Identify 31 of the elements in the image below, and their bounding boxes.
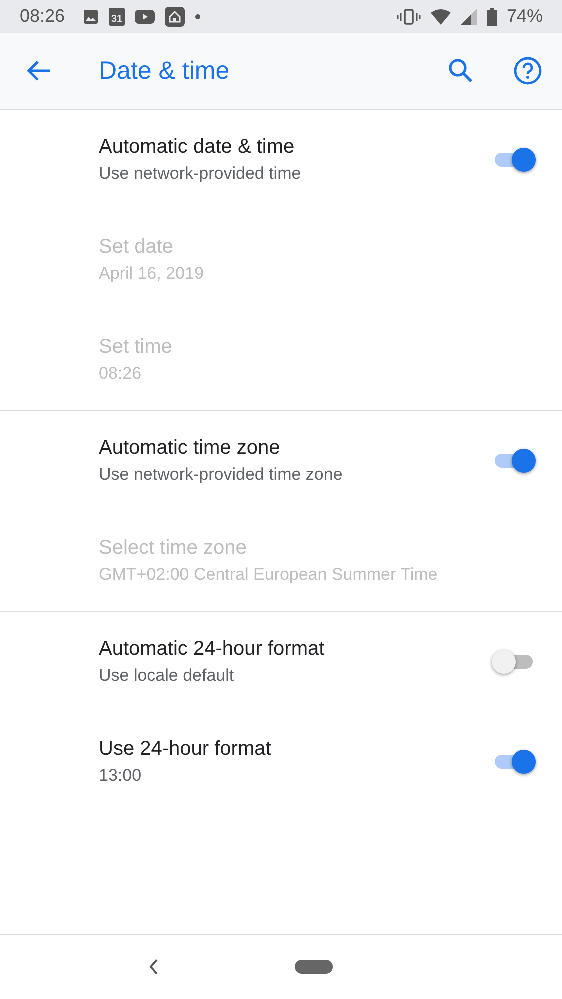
- setting-summary: GMT+02:00 Central European Summer Time: [99, 565, 439, 585]
- setting-summary: April 16, 2019: [99, 264, 205, 284]
- setting-summary: Use network-provided time: [99, 164, 302, 184]
- calendar-icon: 31: [109, 8, 126, 26]
- setting-summary: 13:00: [99, 766, 143, 786]
- help-icon[interactable]: [514, 57, 542, 85]
- setting-summary: Use network-provided time zone: [99, 465, 344, 485]
- dot-icon: [195, 14, 202, 20]
- home-pill[interactable]: [295, 960, 333, 974]
- home-icon: [165, 6, 186, 26]
- play-icon: [135, 10, 156, 24]
- image-icon: [83, 8, 100, 24]
- setting-summary: 08:26: [99, 364, 143, 384]
- setting-title: Automatic date & time: [99, 136, 296, 159]
- back-icon[interactable]: [149, 959, 159, 975]
- search-icon[interactable]: [448, 58, 474, 84]
- setting-summary: Use locale default: [99, 666, 236, 686]
- setting-title: Use 24-hour format: [99, 738, 272, 761]
- setting-title: Automatic 24-hour format: [99, 638, 326, 661]
- setting-title: Select time zone: [99, 537, 248, 560]
- signal-icon: [460, 8, 477, 24]
- page-title: Date & time: [99, 56, 230, 86]
- back-arrow-icon[interactable]: [26, 60, 52, 82]
- battery-level: 74%: [506, 6, 543, 27]
- status-time: 08:26: [20, 6, 66, 27]
- battery-icon: [486, 8, 497, 26]
- vibrate-icon: [396, 8, 421, 24]
- setting-title: Automatic time zone: [99, 437, 282, 460]
- setting-title: Set date: [99, 236, 175, 259]
- wifi-icon: [430, 8, 451, 24]
- setting-title: Set time: [99, 336, 174, 359]
